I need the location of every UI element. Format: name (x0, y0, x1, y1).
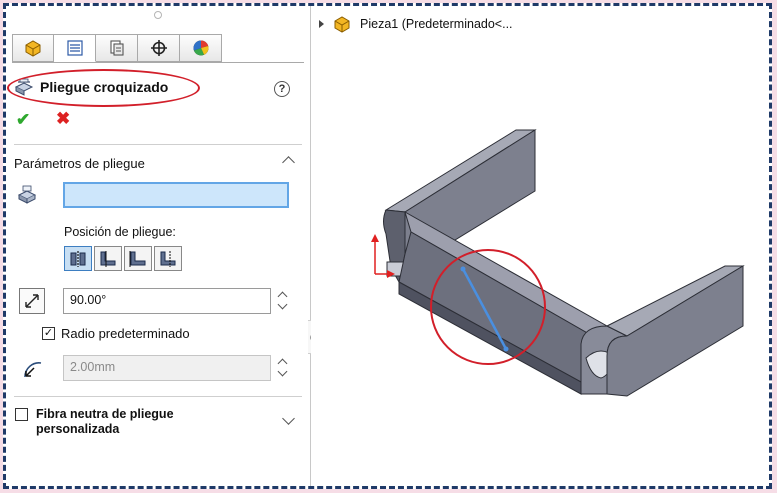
property-manager-panel: Pliegue croquizado ? ✔ ✖ Parámetros de p… (6, 6, 311, 486)
sheet-metal-model[interactable] (311, 6, 772, 486)
title-highlight-circle (7, 69, 200, 107)
bend-parameters-header[interactable]: Parámetros de pliegue (14, 156, 145, 171)
bend-position-options (64, 246, 182, 271)
bend-centerline-button[interactable] (64, 246, 92, 271)
ok-button[interactable]: ✔ (16, 110, 30, 130)
chevron-down-icon[interactable] (277, 366, 288, 377)
fixed-face-icon (17, 185, 37, 204)
sketch-point[interactable] (503, 346, 509, 352)
chevron-down-icon[interactable] (277, 299, 288, 310)
configuration-icon (109, 40, 124, 56)
help-icon[interactable]: ? (274, 81, 290, 97)
bend-centerline-icon (70, 250, 86, 267)
collapse-chevron-icon[interactable] (282, 156, 295, 169)
checkmark-icon: ✓ (43, 327, 54, 339)
appearance-icon (193, 40, 208, 56)
featuremanager-tab[interactable] (12, 34, 54, 62)
tab-divider (12, 62, 304, 63)
divider (14, 144, 302, 145)
default-radius-label: Radio predeterminado (61, 326, 190, 341)
part-icon (25, 40, 41, 57)
configurationmanager-tab[interactable] (96, 34, 138, 62)
angle-spinner[interactable] (276, 288, 290, 314)
dimxpert-icon (150, 40, 167, 56)
material-outside-button[interactable] (124, 246, 152, 271)
material-outside-icon (129, 250, 146, 267)
bend-radius-input[interactable]: 2.00mm (63, 355, 271, 381)
bend-angle-direction-button[interactable] (19, 288, 45, 314)
display-manager-tab[interactable] (180, 34, 222, 62)
panel-grip-icon[interactable] (154, 11, 162, 19)
bend-radius-icon (24, 362, 42, 378)
expand-chevron-icon[interactable] (282, 412, 295, 425)
fixed-face-selection-box[interactable] (63, 182, 289, 208)
graphics-area[interactable]: Pieza1 (Predeterminado<... (311, 6, 769, 486)
bend-angle-input[interactable]: 90.00° (63, 288, 271, 314)
bend-angle-icon (25, 294, 39, 308)
material-inside-icon (100, 250, 116, 267)
material-inside-button[interactable] (94, 246, 122, 271)
propertymanager-tab[interactable] (54, 34, 96, 62)
custom-neutral-fiber-checkbox[interactable] (15, 408, 28, 421)
sketch-point[interactable] (460, 266, 466, 272)
triad-arrow (371, 234, 379, 242)
manager-tabs (12, 34, 222, 62)
bend-outside-icon (160, 250, 176, 267)
dimxpert-tab[interactable] (138, 34, 180, 62)
custom-neutral-fiber-label: Fibra neutra de pliegue personalizada (36, 407, 174, 436)
cancel-button[interactable]: ✖ (56, 109, 70, 129)
bend-outside-button[interactable] (154, 246, 182, 271)
radius-spinner[interactable] (276, 355, 290, 381)
bend-position-label: Posición de pliegue: (64, 225, 176, 239)
default-radius-checkbox[interactable]: ✓ (42, 327, 55, 340)
screenshot-frame: Pliegue croquizado ? ✔ ✖ Parámetros de p… (3, 3, 772, 489)
divider (14, 396, 302, 397)
property-manager-icon (66, 40, 83, 56)
